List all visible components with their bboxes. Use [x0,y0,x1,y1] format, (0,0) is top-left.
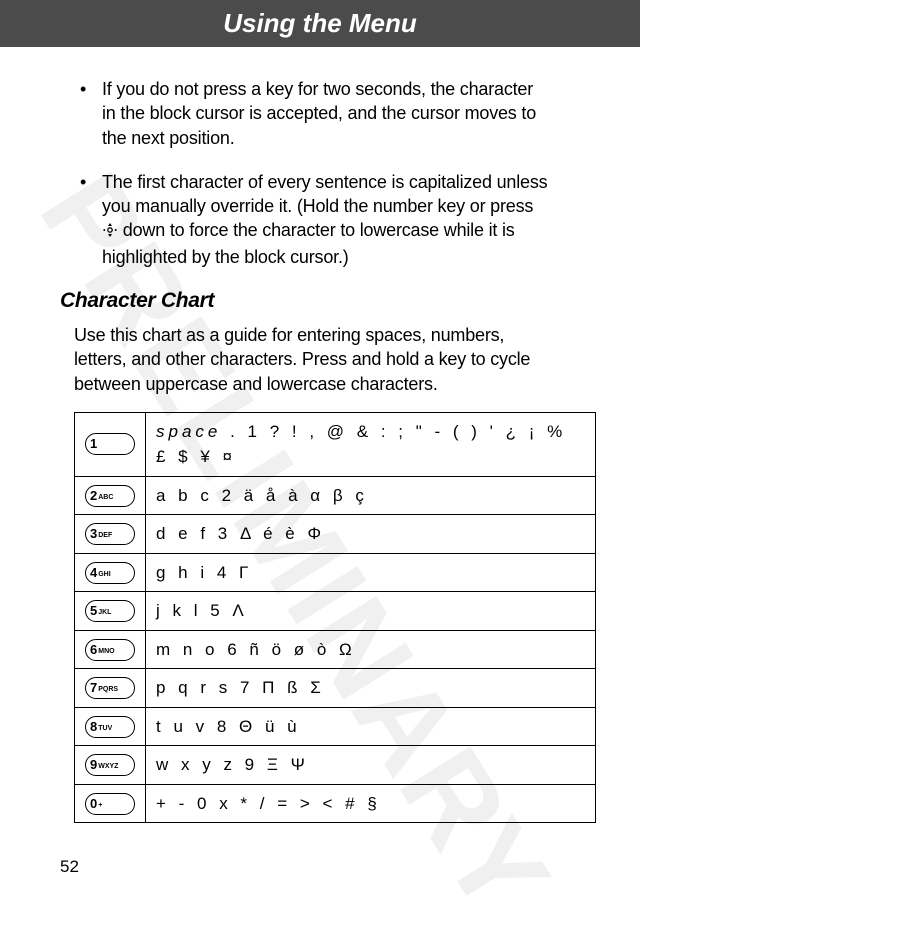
chars-cell: + - 0 x * / = > < # § [146,784,596,823]
key-cell: 3DEF [75,515,146,554]
table-row: 0+ + - 0 x * / = > < # § [75,784,596,823]
keycap-icon: 1 [85,433,135,455]
bullet-item: The first character of every sentence is… [102,170,550,269]
nav-key-icon [102,220,118,244]
chars-cell: m n o 6 ñ ö ø ò Ω [146,630,596,669]
section-heading: Character Chart [60,289,550,313]
key-cell: 5JKL [75,592,146,631]
chars-cell: t u v 8 Θ ü ù [146,707,596,746]
keycap-icon: 4GHI [85,562,135,584]
keycap-icon: 7PQRS [85,677,135,699]
key-cell: 6MNO [75,630,146,669]
keycap-icon: 2ABC [85,485,135,507]
table-row: 3DEF d e f 3 Δ é è Φ [75,515,596,554]
keycap-icon: 0+ [85,793,135,815]
key-cell: 2ABC [75,476,146,515]
key-cell: 7PQRS [75,669,146,708]
chars-cell: j k l 5 Λ [146,592,596,631]
keycap-icon: 3DEF [85,523,135,545]
table-row: 7PQRS p q r s 7 Π ß Σ [75,669,596,708]
key-cell: 8TUV [75,707,146,746]
chars-cell: w x y z 9 Ξ Ψ [146,746,596,785]
chars-cell: d e f 3 Δ é è Φ [146,515,596,554]
chars-cell: a b c 2 ä å à α β ç [146,476,596,515]
bullet-item: If you do not press a key for two second… [102,77,550,150]
page-number: 52 [60,857,79,877]
keycap-icon: 8TUV [85,716,135,738]
keycap-icon: 5JKL [85,600,135,622]
key-cell: 1 [75,412,146,476]
page-title: Using the Menu [223,8,417,38]
table-row: 8TUV t u v 8 Θ ü ù [75,707,596,746]
keycap-icon: 9WXYZ [85,754,135,776]
chars-cell: p q r s 7 Π ß Σ [146,669,596,708]
chars-cell: space . 1 ? ! , @ & : ; " - ( ) ' ¿ ¡ % … [146,412,596,476]
bullet-list: If you do not press a key for two second… [60,77,550,269]
chars-cell: g h i 4 Γ [146,553,596,592]
table-row: 2ABC a b c 2 ä å à α β ç [75,476,596,515]
table-row: 1 space . 1 ? ! , @ & : ; " - ( ) ' ¿ ¡ %… [75,412,596,476]
section-intro: Use this chart as a guide for entering s… [60,323,550,396]
table-row: 5JKL j k l 5 Λ [75,592,596,631]
table-row: 6MNO m n o 6 ñ ö ø ò Ω [75,630,596,669]
table-row: 4GHI g h i 4 Γ [75,553,596,592]
key-cell: 4GHI [75,553,146,592]
page-header: Using the Menu [0,0,640,47]
table-row: 9WXYZ w x y z 9 Ξ Ψ [75,746,596,785]
key-cell: 9WXYZ [75,746,146,785]
bullet-text-part1: The first character of every sentence is… [102,172,547,216]
bullet-text-part2: down to force the character to lowercase… [102,220,515,266]
character-chart-table: 1 space . 1 ? ! , @ & : ; " - ( ) ' ¿ ¡ %… [74,412,596,824]
key-cell: 0+ [75,784,146,823]
keycap-icon: 6MNO [85,639,135,661]
